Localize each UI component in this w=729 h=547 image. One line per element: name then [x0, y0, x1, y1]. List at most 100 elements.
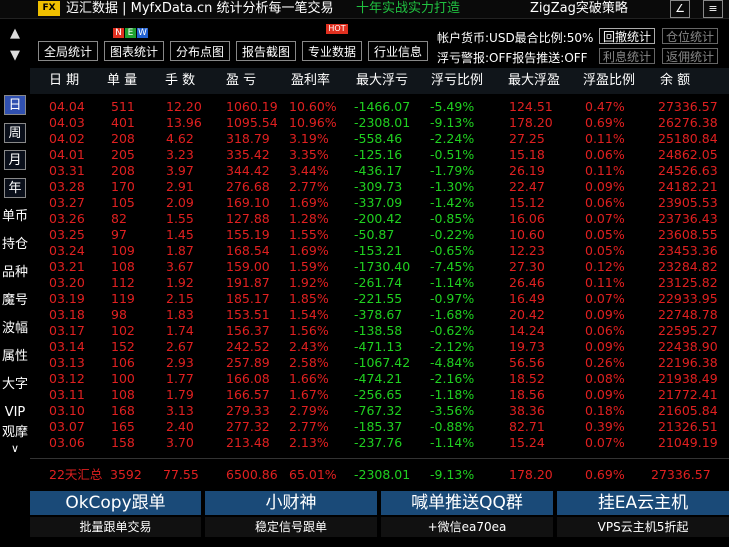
col-orders[interactable]: 单 量 [107, 68, 137, 94]
table-row[interactable]: 03.20 112 1.92 191.87 1.92% -261.74 -1.14% 26.4… [30, 275, 729, 291]
cell-float-loss-ratio: -0.22% [430, 227, 475, 242]
side-month[interactable]: 月 [4, 150, 26, 170]
side-year[interactable]: 年 [4, 178, 26, 198]
position-stats-button[interactable]: 仓位统计 [662, 28, 718, 44]
interest-stats-button[interactable]: 利息统计 [599, 48, 655, 64]
scroll-up-icon[interactable]: ▲ [10, 26, 20, 41]
cell-pnl: 1095.54 [226, 115, 278, 130]
cell-max-float-profit: 16.06 [509, 211, 545, 226]
ad-okcopy[interactable]: OkCopy跟单 批量跟单交易 [30, 491, 201, 539]
table-row[interactable]: 04.01 205 3.23 335.42 3.35% -125.16 -0.51% 15.1… [30, 147, 729, 163]
drawdown-stats-button[interactable]: 回撤统计 [599, 28, 655, 44]
summary-max-float-loss: -2308.01 [354, 467, 411, 482]
side-symbols[interactable]: 品种 [0, 263, 30, 283]
side-amplitude[interactable]: 波幅 [0, 319, 30, 339]
col-balance[interactable]: 余 额 [660, 68, 690, 94]
cell-profit-rate: 3.19% [289, 131, 329, 146]
table-row[interactable]: 03.12 100 1.77 166.08 1.66% -474.21 -2.16% 18.5… [30, 371, 729, 387]
cell-date: 03.11 [49, 387, 85, 402]
table-row[interactable]: 03.11 108 1.79 166.57 1.67% -256.65 -1.18% 18.5… [30, 387, 729, 403]
cell-max-float-loss: -237.76 [354, 435, 403, 450]
side-large-font[interactable]: 大字 [0, 375, 30, 395]
cell-date: 03.12 [49, 371, 85, 386]
col-pnl[interactable]: 盈 亏 [226, 68, 256, 94]
report-screenshot-button[interactable]: 报告截图 [236, 41, 296, 61]
cell-max-float-profit: 15.18 [509, 147, 545, 162]
industry-info-button[interactable]: 行业信息 [368, 41, 428, 61]
side-positions[interactable]: 持仓 [0, 235, 30, 255]
cell-profit-rate: 2.58% [289, 355, 329, 370]
ad-qq-group[interactable]: 喊单推送QQ群 +微信ea70ea [381, 491, 553, 539]
cell-float-profit-ratio: 0.05% [585, 243, 625, 258]
global-stats-button[interactable]: 全局统计 [38, 41, 98, 61]
cell-max-float-loss: -1067.42 [354, 355, 411, 370]
side-attributes[interactable]: 属性 [0, 347, 30, 367]
cell-profit-rate: 1.54% [289, 307, 329, 322]
table-row[interactable]: 03.28 170 2.91 276.68 2.77% -309.73 -1.30% 22.4… [30, 179, 729, 195]
table-row[interactable]: 03.13 106 2.93 257.89 2.58% -1067.42 -4.84% 56.… [30, 355, 729, 371]
table-row[interactable]: 03.31 208 3.97 344.42 3.44% -436.17 -1.79% 26.1… [30, 163, 729, 179]
col-max-float-loss[interactable]: 最大浮亏 [356, 68, 408, 94]
side-single-currency[interactable]: 单币 [0, 207, 30, 227]
summary-profit-rate: 65.01% [289, 467, 337, 482]
ad-ea-vps-subtitle: VPS云主机5折起 [557, 517, 729, 537]
table-row[interactable]: 03.25 97 1.45 155.19 1.55% -50.87 -0.22% 10.60 0… [30, 227, 729, 243]
edit-icon[interactable]: ∠ [670, 0, 690, 18]
cell-orders: 152 [111, 339, 135, 354]
side-day[interactable]: 日 [4, 95, 26, 115]
menu-icon[interactable]: ≡ [703, 0, 723, 18]
cell-max-float-profit: 12.23 [509, 243, 545, 258]
col-max-float-profit[interactable]: 最大浮盈 [508, 68, 560, 94]
table-row[interactable]: 03.18 98 1.83 153.51 1.54% -378.67 -1.68% 20.42… [30, 307, 729, 323]
cell-date: 04.01 [49, 147, 85, 162]
side-week[interactable]: 周 [4, 123, 26, 143]
cell-date: 03.13 [49, 355, 85, 370]
cell-float-loss-ratio: -1.18% [430, 387, 475, 402]
cell-float-loss-ratio: -0.65% [430, 243, 475, 258]
table-row[interactable]: 04.04 511 12.20 1060.19 10.60% -1466.07 -5.49%… [30, 99, 729, 115]
side-more-chevron-down-icon[interactable]: ∨ [0, 441, 30, 457]
table-row[interactable]: 03.26 82 1.55 127.88 1.28% -200.42 -0.85% 16.06… [30, 211, 729, 227]
cell-max-float-loss: -1466.07 [354, 99, 411, 114]
table-row[interactable]: 03.10 168 3.13 279.33 2.79% -767.32 -3.56% 38.3… [30, 403, 729, 419]
cell-max-float-profit: 15.12 [509, 195, 545, 210]
cell-max-float-profit: 16.49 [509, 291, 545, 306]
rebate-stats-button[interactable]: 返佣统计 [662, 48, 718, 64]
cell-max-float-loss: -153.21 [354, 243, 403, 258]
cell-pnl: 1060.19 [226, 99, 278, 114]
cell-orders: 401 [111, 115, 135, 130]
table-row[interactable]: 03.07 165 2.40 277.32 2.77% -185.37 -0.88% 82.7… [30, 419, 729, 435]
cell-max-float-loss: -767.32 [354, 403, 403, 418]
cell-lots: 1.83 [166, 307, 194, 322]
scatter-plot-button[interactable]: 分布点图 [170, 41, 230, 61]
ad-ea-vps[interactable]: 挂EA云主机 VPS云主机5折起 [557, 491, 729, 539]
col-profit-rate[interactable]: 盈利率 [291, 68, 330, 94]
table-row[interactable]: 03.27 105 2.09 169.10 1.69% -337.09 -1.42% 15.1… [30, 195, 729, 211]
table-row[interactable]: 04.02 208 4.62 318.79 3.19% -558.46 -2.24% 27.2… [30, 131, 729, 147]
cell-profit-rate: 1.66% [289, 371, 329, 386]
table-row[interactable]: 03.24 109 1.87 168.54 1.69% -153.21 -0.65% 12.2… [30, 243, 729, 259]
ad-xiaocaishen[interactable]: 小财神 稳定信号跟单 [205, 491, 377, 539]
scroll-down-icon[interactable]: ▼ [10, 48, 20, 63]
table-row[interactable]: 03.14 152 2.67 242.52 2.43% -471.13 -2.12% 19.7… [30, 339, 729, 355]
pro-data-button[interactable]: 专业数据 [302, 41, 362, 61]
side-vip[interactable]: VIP [0, 403, 30, 423]
col-lots[interactable]: 手 数 [165, 68, 195, 94]
col-date[interactable]: 日 期 [49, 68, 79, 94]
strategy-name: ZigZag突破策略 [530, 1, 628, 16]
table-row[interactable]: 03.19 119 2.15 185.17 1.85% -221.55 -0.97% 16.4… [30, 291, 729, 307]
table-row[interactable]: 03.17 102 1.74 156.37 1.56% -138.58 -0.62% 14.2… [30, 323, 729, 339]
cell-date: 03.28 [49, 179, 85, 194]
col-float-profit-ratio[interactable]: 浮盈比例 [583, 68, 635, 94]
side-observe[interactable]: 观摩 [0, 423, 30, 443]
table-row[interactable]: 03.21 108 3.67 159.00 1.59% -1730.40 -7.45% 27.… [30, 259, 729, 275]
col-float-loss-ratio[interactable]: 浮亏比例 [431, 68, 483, 94]
chart-stats-button[interactable]: 图表统计 [104, 41, 164, 61]
cell-profit-rate: 2.77% [289, 419, 329, 434]
cell-orders: 168 [111, 403, 135, 418]
cell-orders: 106 [111, 355, 135, 370]
table-row[interactable]: 03.06 158 3.70 213.48 2.13% -237.76 -1.14% 15.2… [30, 435, 729, 451]
side-magic[interactable]: 魔号 [0, 291, 30, 311]
table-row[interactable]: 04.03 401 13.96 1095.54 10.96% -2308.01 -9.13%… [30, 115, 729, 131]
cell-float-profit-ratio: 0.11% [585, 275, 625, 290]
